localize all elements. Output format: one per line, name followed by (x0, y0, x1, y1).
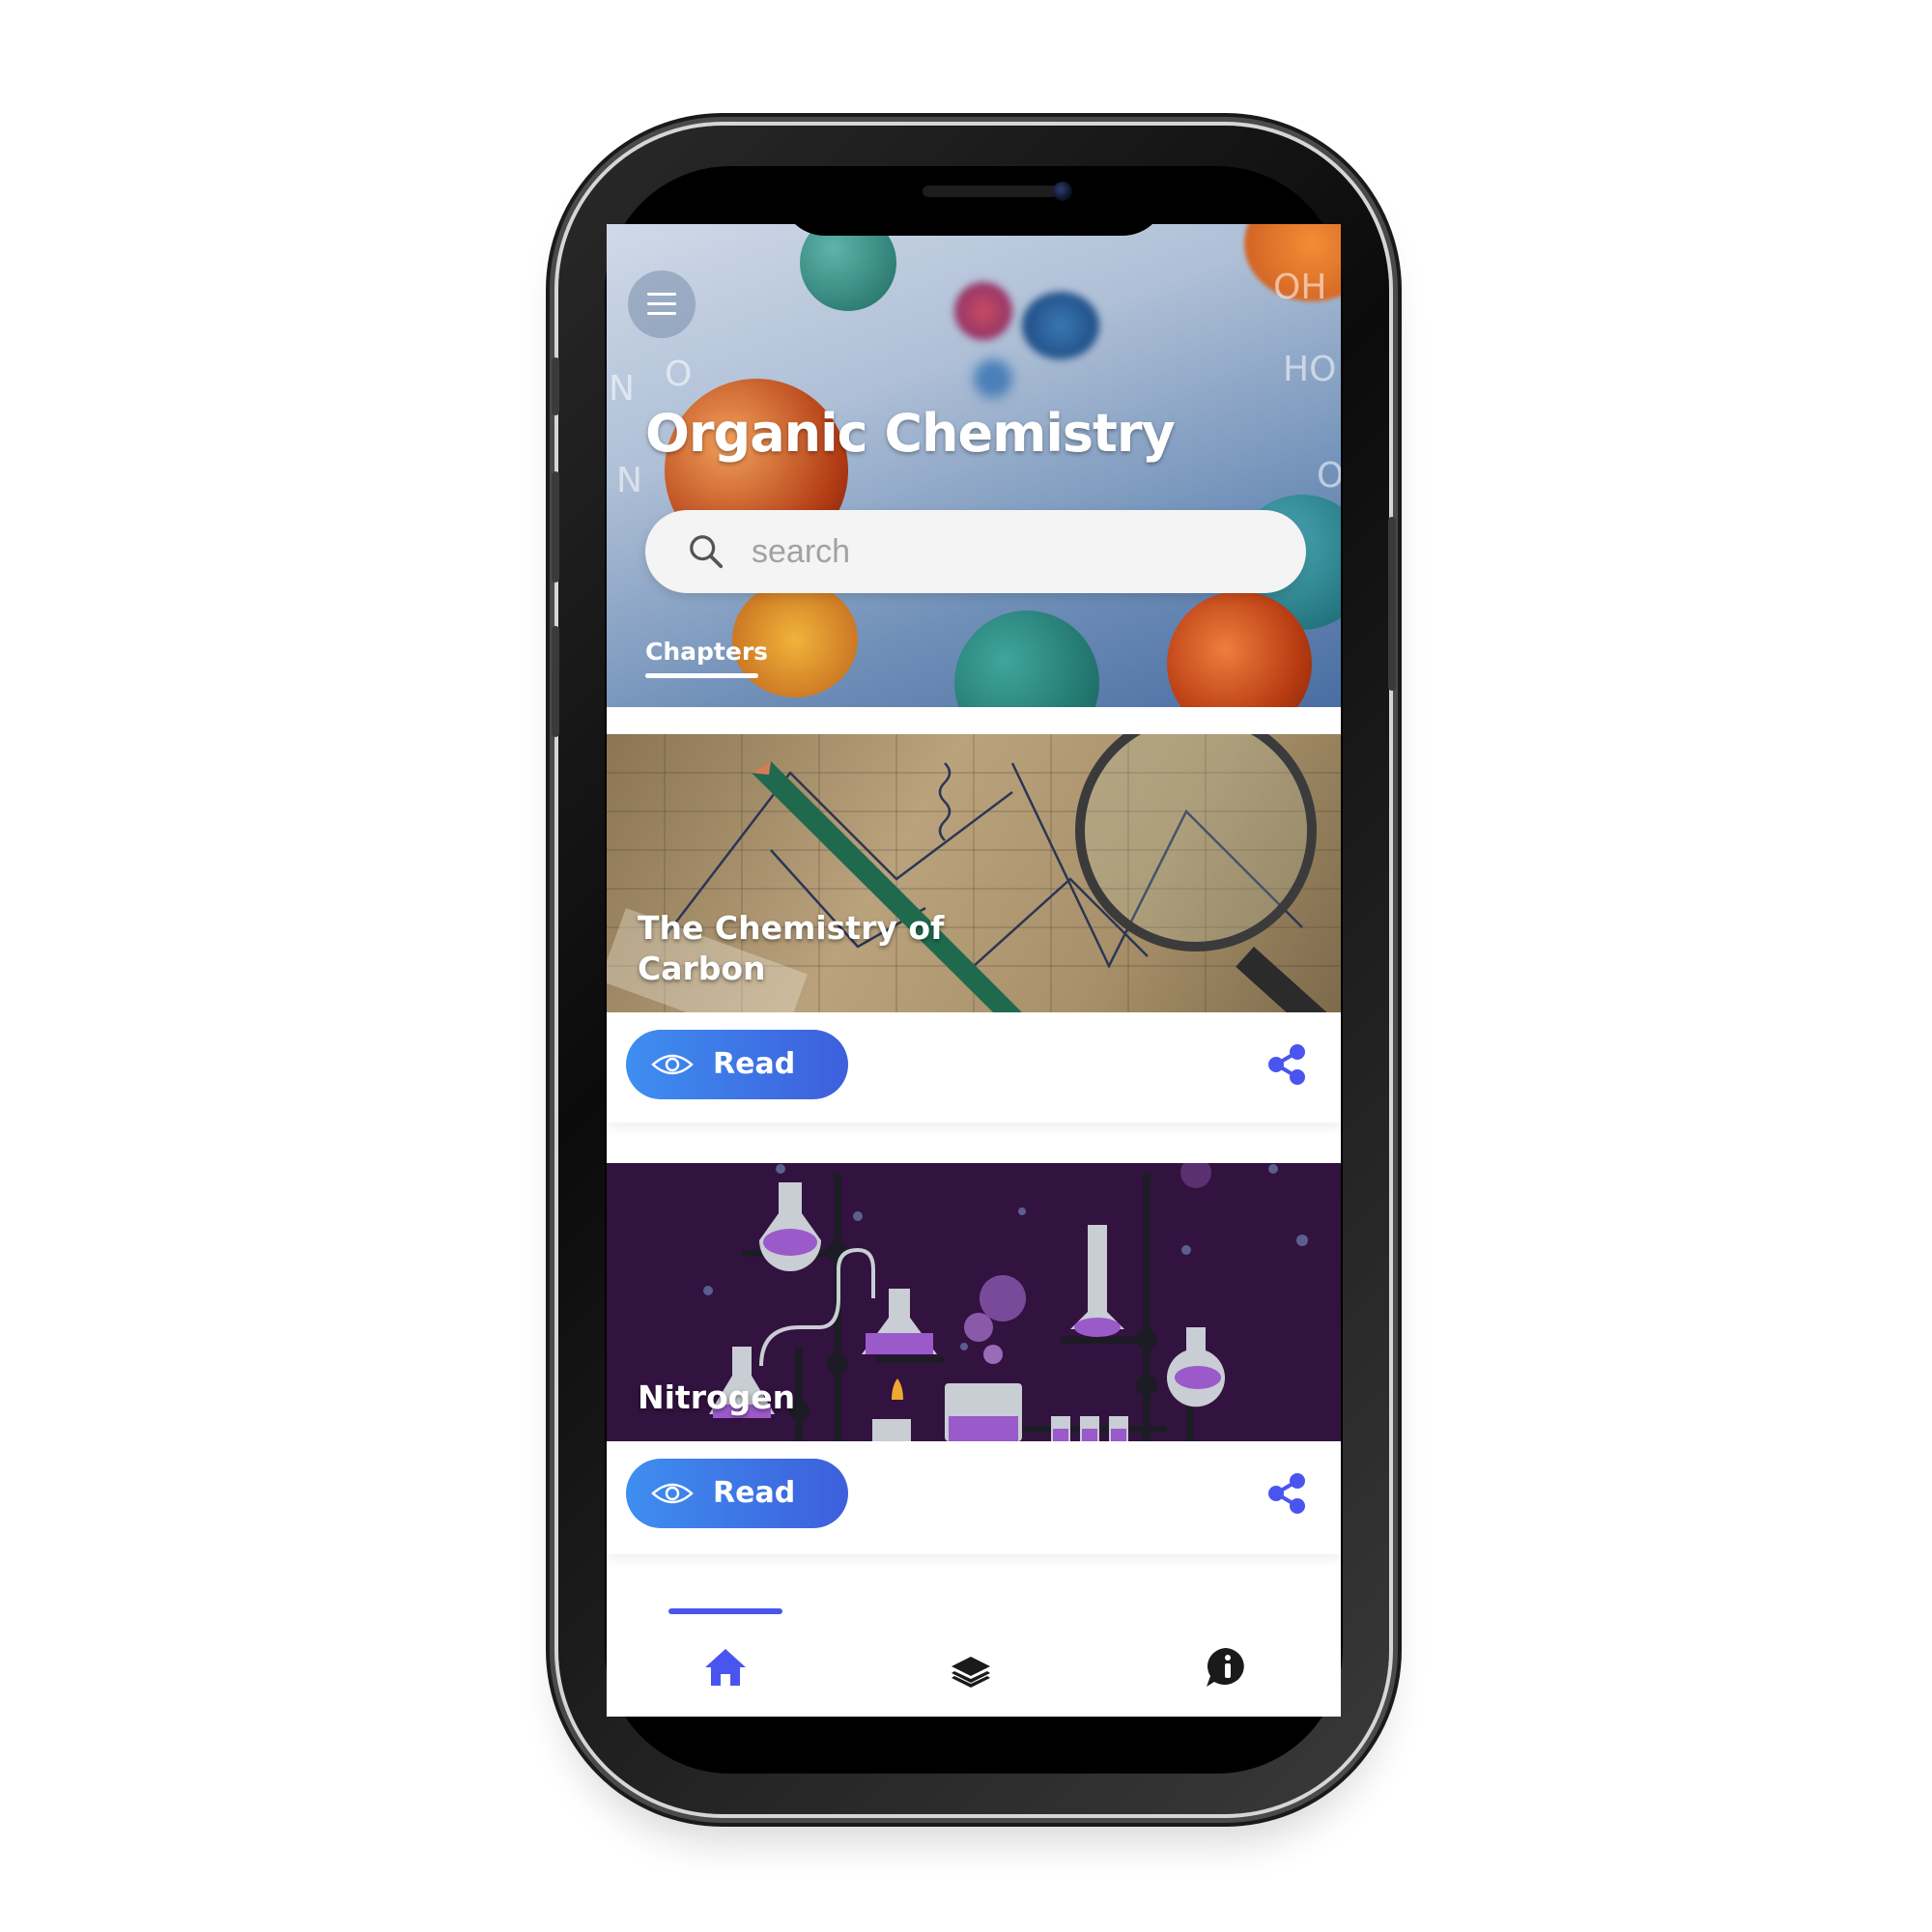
formula-text: N (609, 369, 635, 409)
page-title: Organic Chemistry (645, 403, 1176, 464)
power-button (1388, 517, 1396, 691)
nav-active-indicator (668, 1608, 782, 1614)
eye-icon (651, 1054, 694, 1075)
home-icon[interactable] (701, 1643, 750, 1691)
molecule-ball (1022, 292, 1099, 359)
molecule-ball (800, 224, 896, 311)
eye-icon (651, 1483, 694, 1504)
formula-text: OH (1273, 268, 1327, 307)
app-screen: N O N OH HO O Organic Chemistry Chapters (607, 224, 1341, 1717)
share-icon[interactable] (1264, 1041, 1310, 1088)
formula-text: HO (1283, 350, 1337, 389)
search-input[interactable] (750, 522, 1256, 582)
tab-active-indicator (645, 673, 758, 678)
read-button[interactable]: Read (626, 1030, 848, 1099)
menu-icon (647, 302, 676, 305)
formula-text: O (665, 355, 693, 394)
volume-down-button (552, 626, 559, 737)
read-label: Read (713, 1047, 796, 1081)
bottom-navigation (607, 1608, 1341, 1717)
layers-icon[interactable] (947, 1643, 995, 1691)
info-chat-icon[interactable] (1202, 1643, 1250, 1691)
phone-notch (781, 166, 1167, 236)
molecule-ball (954, 611, 1099, 707)
menu-icon (647, 312, 676, 315)
search-icon (690, 535, 724, 569)
formula-text: N (616, 461, 642, 500)
front-camera (1053, 182, 1072, 201)
tab-chapters[interactable]: Chapters (645, 638, 768, 666)
menu-button[interactable] (628, 270, 696, 338)
chapter-title: Nitrogen (638, 1378, 796, 1416)
header: N O N OH HO O Organic Chemistry Chapters (607, 224, 1341, 707)
read-button[interactable]: Read (626, 1459, 848, 1528)
menu-icon (647, 293, 676, 296)
chapter-image: The Chemistry of Carbon (607, 734, 1341, 1012)
chapter-card: The Chemistry of Carbon Read (607, 734, 1341, 1122)
share-icon[interactable] (1264, 1470, 1310, 1517)
mute-switch (552, 357, 559, 415)
molecule-ball (954, 282, 1012, 340)
volume-up-button (552, 471, 559, 582)
chapter-title: The Chemistry of Carbon (638, 909, 945, 987)
formula-text: O (1317, 456, 1341, 496)
read-label: Read (713, 1476, 796, 1510)
chapter-image: Nitrogen (607, 1163, 1341, 1441)
search-bar[interactable] (645, 510, 1306, 593)
molecule-ball (974, 359, 1012, 398)
chapter-card: Nitrogen Read (607, 1163, 1341, 1554)
earpiece-speaker (923, 185, 1058, 197)
